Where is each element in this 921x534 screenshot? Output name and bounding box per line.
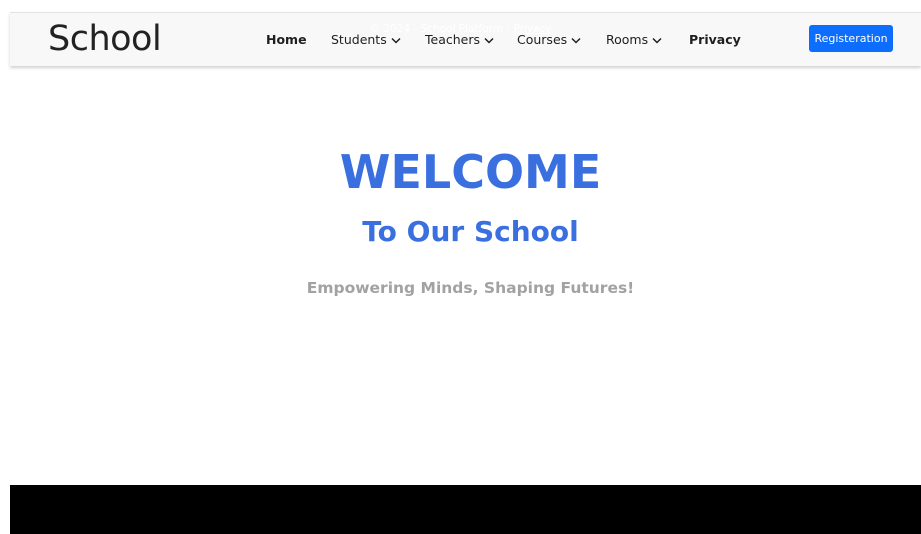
footer-copyright: © 2024 - School Platform -	[369, 23, 511, 35]
hero-title: WELCOME	[339, 145, 602, 199]
footer-text: © 2024 - School Platform - Privacy	[0, 22, 921, 36]
footer-privacy-link[interactable]: Privacy	[513, 23, 551, 35]
hero-tagline: Empowering Minds, Shaping Futures!	[306, 279, 635, 297]
page: School Home Students Teachers Courses Ro…	[0, 0, 921, 534]
navbar: School Home Students Teachers Courses Ro…	[10, 12, 921, 66]
footer	[10, 485, 921, 534]
hero-subtitle: To Our School	[362, 215, 579, 248]
